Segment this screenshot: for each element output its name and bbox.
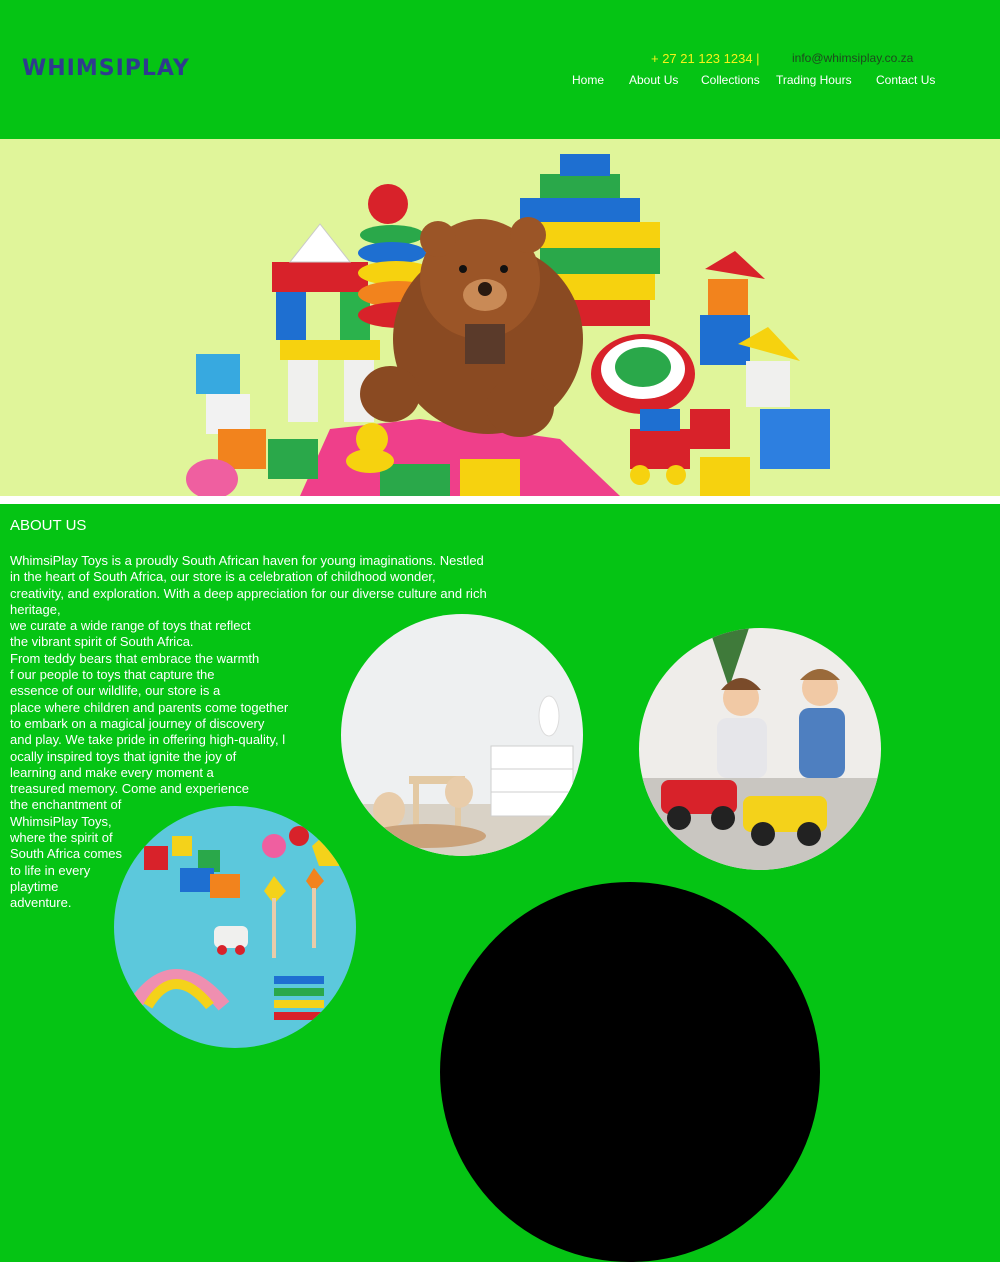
dark-circle-image bbox=[440, 882, 820, 1262]
site-header: WHIMSIPLAY + 27 21 123 1234 | info@whims… bbox=[0, 0, 1000, 139]
toys-illustration bbox=[186, 154, 830, 496]
phone-number[interactable]: + 27 21 123 1234 | bbox=[651, 51, 760, 66]
section-divider bbox=[0, 496, 1000, 504]
boys-playing-photo bbox=[639, 628, 881, 870]
nav-trading-hours[interactable]: Trading Hours bbox=[776, 73, 852, 87]
nav-home[interactable]: Home bbox=[572, 73, 604, 87]
nav-collections[interactable]: Collections bbox=[701, 73, 760, 87]
boys-playing-illustration bbox=[639, 628, 881, 870]
nav-about-us[interactable]: About Us bbox=[629, 73, 678, 87]
nav-contact-us[interactable]: Contact Us bbox=[876, 73, 935, 87]
about-title: ABOUT US bbox=[10, 517, 87, 534]
toys-flatlay-photo bbox=[114, 806, 356, 1048]
email-link[interactable]: info@whimsiplay.co.za bbox=[792, 51, 913, 65]
kids-room-photo bbox=[341, 614, 583, 856]
logo[interactable]: WHIMSIPLAY bbox=[22, 56, 190, 81]
hero-toys-image bbox=[0, 139, 1000, 496]
kids-room-illustration bbox=[341, 614, 583, 856]
toys-flatlay-illustration bbox=[114, 806, 356, 1048]
